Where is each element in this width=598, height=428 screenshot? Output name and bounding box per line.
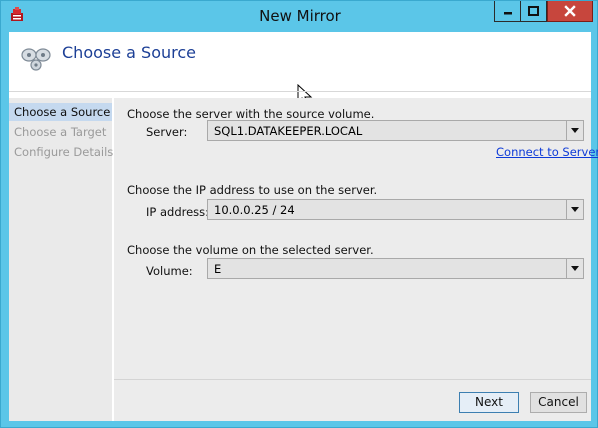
new-mirror-window: New Mirror Choose a Source Choose a Sour… (0, 0, 598, 428)
dropdown-arrow-icon (571, 128, 579, 133)
dropdown-arrow-icon (571, 266, 579, 271)
server-dropdown-arrow[interactable] (566, 121, 583, 140)
footer-divider (114, 379, 591, 380)
server-dropdown[interactable]: SQL1.DATAKEEPER.LOCAL (207, 120, 584, 141)
volume-value: E (214, 262, 222, 276)
minimize-button[interactable] (494, 1, 521, 22)
maximize-icon (528, 6, 539, 16)
next-button[interactable]: Next (459, 392, 519, 413)
mirror-wizard-icon (21, 48, 51, 71)
volume-label: Volume: (146, 264, 193, 278)
connect-to-server-link[interactable]: Connect to Server (496, 145, 598, 159)
maximize-button[interactable] (520, 1, 547, 22)
dialog-client-area: Choose a Source Choose a Source Choose a… (9, 32, 598, 421)
wizard-content: Choose the server with the source volume… (114, 98, 598, 421)
ip-prompt: Choose the IP address to use on the serv… (127, 183, 378, 197)
close-icon (564, 5, 576, 17)
server-label: Server: (146, 125, 188, 139)
sidebar-item-choose-target[interactable]: Choose a Target (9, 123, 112, 141)
volume-dropdown[interactable]: E (207, 258, 584, 279)
close-button[interactable] (547, 1, 593, 22)
sidebar-item-choose-source[interactable]: Choose a Source (9, 103, 112, 121)
volume-dropdown-arrow[interactable] (566, 259, 583, 278)
ip-address-label: IP address: (146, 205, 210, 219)
title-bar[interactable]: New Mirror (1, 1, 598, 32)
wizard-header: Choose a Source (9, 32, 591, 91)
minimize-icon (503, 12, 512, 15)
wizard-steps-sidebar: Choose a Source Choose a Target Configur… (9, 98, 113, 421)
cancel-button[interactable]: Cancel (530, 392, 587, 413)
ip-dropdown-arrow[interactable] (566, 200, 583, 219)
ip-address-value: 10.0.0.25 / 24 (214, 203, 295, 217)
ip-address-dropdown[interactable]: 10.0.0.25 / 24 (207, 199, 584, 220)
server-prompt: Choose the server with the source volume… (127, 107, 375, 121)
volume-prompt: Choose the volume on the selected server… (127, 243, 374, 257)
page-title: Choose a Source (62, 43, 196, 62)
server-value: SQL1.DATAKEEPER.LOCAL (214, 124, 363, 138)
sidebar-item-configure-details[interactable]: Configure Details (9, 143, 113, 161)
header-divider (9, 91, 591, 92)
dropdown-arrow-icon (571, 207, 579, 212)
